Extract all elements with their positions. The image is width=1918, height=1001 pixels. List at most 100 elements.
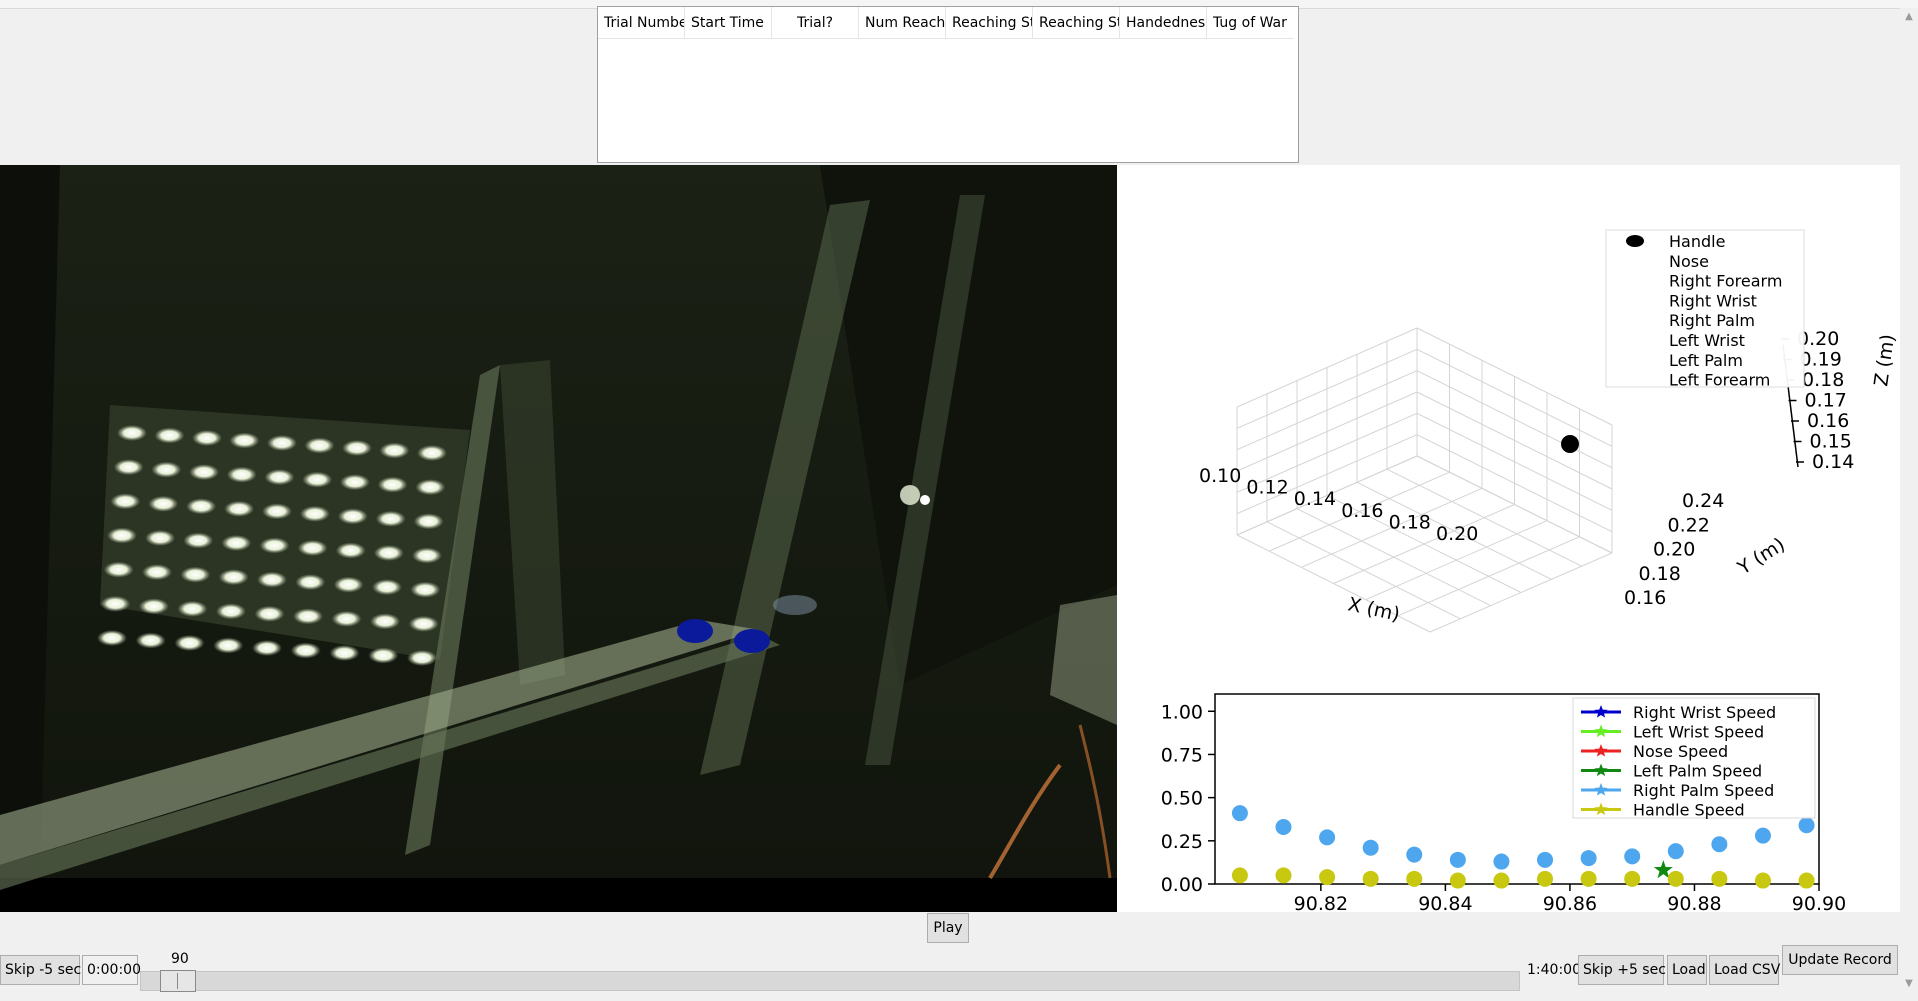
speed-point [1537,851,1554,868]
y-tick-label: 0.25 [1161,831,1203,853]
x-tick-label: 90.90 [1792,893,1846,912]
y-tick-label: 0.24 [1682,490,1724,512]
led-light [226,466,257,483]
vertical-scrollbar[interactable]: ▲ ▼ [1900,8,1918,993]
plot-speed-vs-time[interactable]: 0.00 0.25 0.50 0.75 1.00 90.82 90.84 90.86 90.88… [1117,680,1900,915]
x-tick-label: 0.18 [1389,511,1431,533]
led-light [410,581,441,598]
led-light [412,547,442,564]
speed-point [1537,870,1554,887]
led-light [290,642,321,659]
speed-point [1798,817,1815,834]
scroll-down-arrow-icon[interactable]: ▼ [1900,975,1918,993]
led-light [110,493,141,510]
handle-marker [1561,435,1579,453]
speed-point [1580,870,1597,887]
load-csv-button[interactable]: Load CSV [1709,955,1780,985]
y-tick-label: 0.20 [1653,539,1695,561]
y-tick-label: 0.50 [1161,788,1203,810]
led-light [177,600,208,617]
legend-label: Right Forearm [1669,272,1782,291]
column-header-start-time[interactable]: Start Time [685,7,772,39]
slider-value-label: 90 [171,951,189,967]
x-tick-label: 90.82 [1294,893,1348,912]
current-time-display: 0:00:00 [82,955,141,985]
column-header-handedness[interactable]: Handednes: [1120,7,1207,39]
led-light [417,445,447,461]
led-light [215,603,246,620]
led-light [213,637,244,654]
led-light [304,437,335,454]
timeline-slider-thumb[interactable] [160,970,196,992]
skip-forward-button[interactable]: Skip +5 sec [1578,955,1666,985]
led-light [415,479,446,496]
speed-point [1275,867,1292,884]
speed-point [1624,848,1641,865]
led-light [329,645,360,661]
led-light [407,650,437,666]
led-light [375,510,406,527]
led-light [333,576,364,593]
z-tick-label: 0.19 [1800,349,1842,371]
legend-label: Handle [1669,232,1725,251]
play-button[interactable]: Play [927,913,969,943]
speed-point [1754,872,1771,889]
led-light [174,635,205,651]
speed-point [1319,829,1336,846]
column-header-reaching-stop[interactable]: Reaching St [1033,7,1120,39]
led-light [103,561,134,578]
column-header-trial-number[interactable]: Trial Numbe [598,7,685,39]
end-time-display: 1:40:00 [1522,955,1581,985]
column-header-num-reach[interactable]: Num Reach [859,7,946,39]
led-light [229,432,260,449]
y-tick-label: 1.00 [1161,701,1203,723]
speed-point [1275,819,1292,835]
led-light [299,505,330,522]
led-light [254,605,285,622]
led-light [183,532,214,549]
x-tick-label: 90.84 [1418,893,1472,912]
speed-point [1667,870,1684,887]
column-header-trial[interactable]: Trial? [772,7,859,39]
legend-label: Left Palm [1669,351,1743,370]
timeline-slider-track[interactable] [140,971,1520,991]
speed-point [1362,839,1379,856]
led-light [373,545,404,561]
led-light [413,513,444,530]
y-axis-label: Y (m) [1733,534,1789,580]
led-light [224,500,255,517]
column-header-reaching-start[interactable]: Reaching St [946,7,1033,39]
led-light [335,542,366,559]
scroll-up-arrow-icon[interactable]: ▲ [1900,8,1918,26]
video-frame[interactable] [0,165,1117,912]
led-light [264,469,295,486]
skip-back-button[interactable]: Skip -5 sec [0,955,81,985]
speed-point [1754,827,1771,844]
legend-label: Nose Speed [1633,742,1728,761]
z-tick-label: 0.15 [1810,431,1852,453]
led-light [218,569,249,586]
led-light [97,630,127,646]
legend-label: Nose [1669,252,1709,271]
speed-point [1798,872,1815,889]
speed-point [1580,850,1597,867]
led-light [113,459,144,476]
speed-point [1231,805,1248,822]
led-light [377,476,408,493]
led-light [370,613,401,630]
load-button[interactable]: Load [1667,955,1707,985]
led-light [379,442,410,459]
legend-label: Left Palm Speed [1633,762,1762,781]
y-tick-label: 0.18 [1639,563,1681,585]
led-light [337,508,368,525]
plot-3d-positions[interactable]: 0.10 0.12 0.14 0.16 0.18 0.20 0.16 0.18 0.20 0.22… [1117,165,1900,695]
column-header-tug-of-war[interactable]: Tug of War [1207,7,1294,39]
speed-point [1493,853,1510,870]
legend-label: Right Wrist [1669,291,1757,310]
x-axis-label: X (m) [1346,593,1402,625]
update-record-button[interactable]: Update Record [1782,945,1898,975]
trial-table[interactable]: Trial Numbe Start Time Trial? Num Reach … [597,6,1299,163]
led-light [302,471,333,488]
y-tick-label: 0.00 [1161,874,1203,896]
led-light [189,464,220,481]
